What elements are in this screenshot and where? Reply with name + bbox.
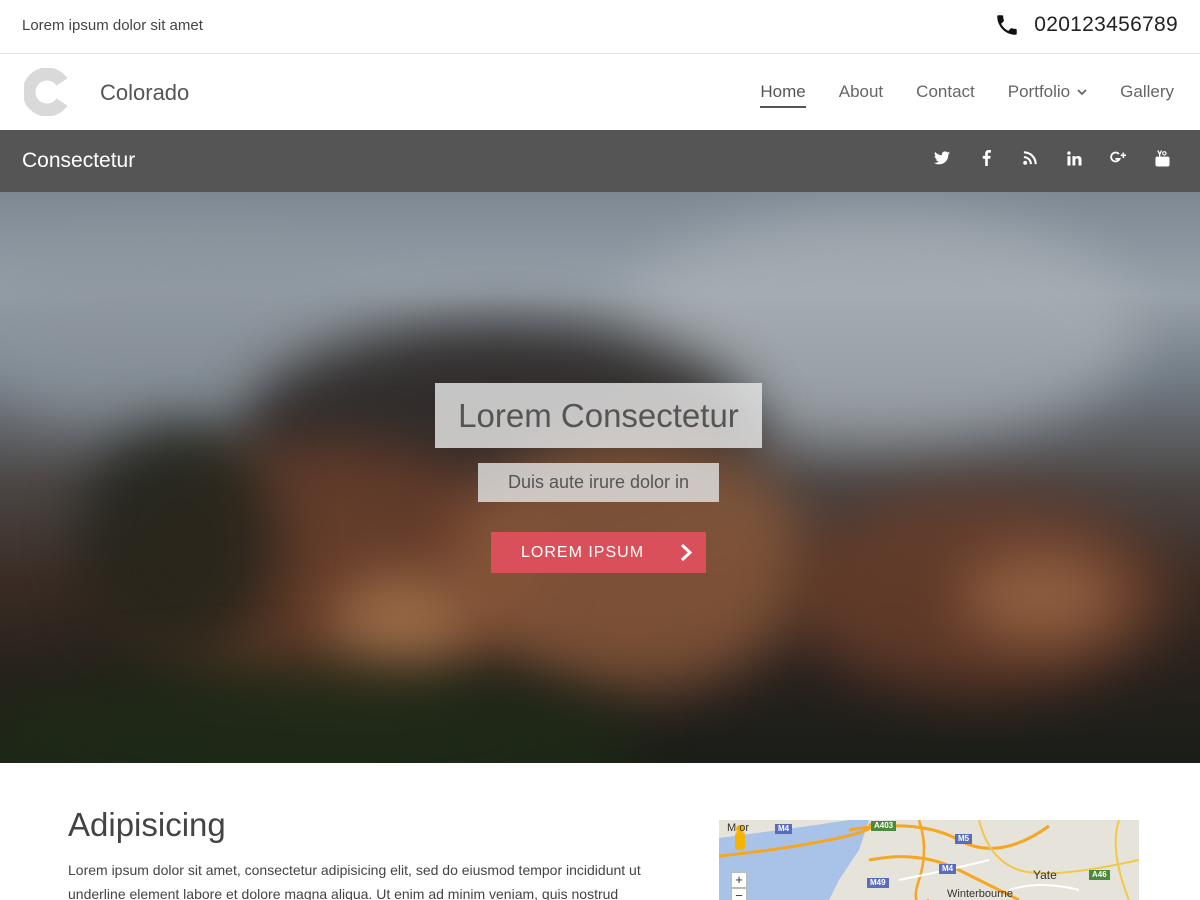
youtube-icon[interactable]: [1152, 148, 1172, 168]
nav-portfolio[interactable]: Portfolio: [1008, 82, 1087, 102]
rss-icon[interactable]: [1020, 148, 1040, 168]
content-paragraph: Lorem ipsum dolor sit amet, consectetur …: [68, 858, 678, 900]
zoom-in-button[interactable]: +: [731, 872, 747, 888]
hero-bg-grass: [0, 662, 640, 763]
top-info-bar: Lorem ipsum dolor sit amet 020123456789: [0, 0, 1200, 54]
nav-about-label: About: [838, 82, 884, 101]
hero-bg-glow-2: [960, 552, 1120, 642]
nav-about[interactable]: About: [839, 82, 883, 102]
twitter-icon[interactable]: [932, 148, 952, 168]
phone-icon: [997, 15, 1017, 35]
content-heading: Adipisicing: [68, 806, 226, 843]
section-title: Consectetur: [22, 149, 136, 172]
road-a403: A403: [871, 821, 897, 831]
nav-home-label: Home: [760, 82, 806, 101]
social-links: [932, 148, 1172, 168]
underline-link[interactable]: underline element: [68, 886, 179, 900]
tagline: Lorem ipsum dolor sit amet: [22, 17, 203, 34]
logo-c-icon[interactable]: [24, 68, 72, 116]
zoom-out-button[interactable]: −: [731, 888, 747, 900]
road-m4-right: M4: [939, 864, 957, 874]
road-m4-left: M4: [775, 824, 793, 834]
nav-gallery[interactable]: Gallery: [1120, 82, 1174, 102]
chevron-down-icon: [1077, 89, 1087, 96]
chevron-right-icon: [680, 543, 693, 562]
hero-cta-label: LOREM IPSUM: [521, 543, 645, 561]
road-m49: M49: [867, 878, 889, 888]
map-place-partial: M or: [727, 822, 749, 834]
hero-bg-tree: [80, 422, 280, 662]
site-title[interactable]: Colorado: [100, 80, 189, 106]
content-text-start: Lorem ipsum dolor sit amet, consectetur …: [68, 862, 641, 878]
google-plus-icon[interactable]: [1108, 148, 1128, 168]
hero-title-box: Lorem Consectetur: [435, 383, 762, 448]
nav-home[interactable]: Home: [760, 82, 807, 108]
section-bar: Consectetur: [0, 130, 1200, 192]
map-place-yate: Yate: [1033, 868, 1057, 882]
phone-number[interactable]: 020123456789: [1034, 13, 1178, 37]
hero-subtitle: Duis aute irure dolor in: [507, 472, 690, 492]
nav-portfolio-label: Portfolio: [1007, 82, 1071, 101]
phone-contact: 020123456789: [994, 12, 1178, 38]
hero-cta-button[interactable]: LOREM IPSUM: [491, 532, 706, 573]
hero-banner: Lorem Consectetur Duis aute irure dolor …: [0, 192, 1200, 763]
linkedin-icon[interactable]: [1064, 148, 1084, 168]
facebook-icon[interactable]: [976, 148, 996, 168]
map-place-winterbourne: Winterbourne: [947, 888, 1014, 900]
hero-title: Lorem Consectetur: [458, 396, 739, 434]
nav-contact-label: Contact: [916, 82, 975, 101]
nav-gallery-label: Gallery: [1120, 82, 1174, 101]
site-header: Colorado Home About Contact Portfolio Ga…: [0, 54, 1200, 130]
hero-subtitle-box: Duis aute irure dolor in: [478, 463, 719, 502]
nav-contact[interactable]: Contact: [916, 82, 975, 102]
road-a46: A46: [1089, 870, 1110, 880]
road-m5: M5: [955, 834, 973, 844]
main-nav: Home About Contact Portfolio Gallery: [727, 54, 1174, 130]
map-widget[interactable]: M or M4 A403 M5 M49 M4 A46 Yate Winterbo…: [719, 820, 1139, 900]
